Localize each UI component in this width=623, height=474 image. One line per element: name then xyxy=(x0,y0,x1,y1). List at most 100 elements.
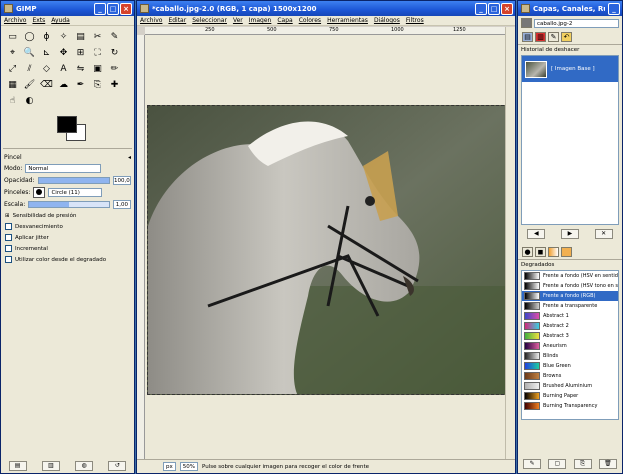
clear-history-icon[interactable]: ✕ xyxy=(594,229,613,239)
color-picker-icon[interactable]: ⌖ xyxy=(5,46,20,60)
gradient-item[interactable]: Abstract 1 xyxy=(522,311,618,321)
zoom-icon[interactable]: 🔍 xyxy=(22,46,37,60)
smudge-icon[interactable]: ☝ xyxy=(5,94,20,108)
maximize-icon[interactable]: □ xyxy=(488,2,500,15)
align-icon[interactable]: ⊞ xyxy=(73,46,88,60)
menu-archivo[interactable]: Archivo xyxy=(4,17,26,24)
check-gradient-color[interactable]: Utilizar color desde el degradado xyxy=(1,254,134,265)
new-gradient-icon[interactable]: ▢ xyxy=(548,459,567,469)
opacity-slider[interactable] xyxy=(37,176,110,184)
gradient-item[interactable]: Abstract 3 xyxy=(522,331,618,341)
scissors-icon[interactable]: ✂ xyxy=(90,30,105,44)
duplicate-gradient-icon[interactable]: ⎘ xyxy=(573,459,592,469)
text-icon[interactable]: A xyxy=(56,62,71,76)
patterns-tab-icon[interactable]: ◼ xyxy=(535,247,546,257)
menu-exts[interactable]: Exts xyxy=(32,17,45,24)
menu-imagen[interactable]: Imagen xyxy=(249,17,272,24)
horse-photo[interactable] xyxy=(147,105,505,395)
clone-icon[interactable]: ⎘ xyxy=(90,78,105,92)
lasso-icon[interactable]: ɸ xyxy=(39,30,54,44)
undo-tab-icon[interactable]: ↶ xyxy=(561,32,572,42)
rect-select-icon[interactable]: ▭ xyxy=(5,30,20,44)
save-options-icon[interactable]: ▤ xyxy=(8,461,27,471)
close-icon[interactable]: × xyxy=(501,2,513,15)
menu-editar[interactable]: Editar xyxy=(168,17,186,24)
vertical-scrollbar[interactable] xyxy=(505,27,515,459)
bucket-fill-icon[interactable]: ▣ xyxy=(90,62,105,76)
gradient-item[interactable]: Blinds xyxy=(522,351,618,361)
toolbox-titlebar[interactable]: GIMP _ □ × xyxy=(1,1,134,16)
paths-icon[interactable]: ✎ xyxy=(107,30,122,44)
gradient-item[interactable]: Frente a fondo (HSV en sentido an xyxy=(522,271,618,281)
scale-spin[interactable]: 1,00 xyxy=(113,199,131,209)
panel-menu-icon[interactable]: ◂ xyxy=(128,154,131,161)
delete-gradient-icon[interactable]: 🗑 xyxy=(598,459,617,469)
vertical-ruler[interactable] xyxy=(137,35,145,459)
undo-arrow-icon[interactable]: ◀ xyxy=(527,229,546,239)
opacity-spin[interactable]: 100,0 xyxy=(113,175,131,185)
airbrush-icon[interactable]: ☁ xyxy=(56,78,71,92)
pencil-icon[interactable]: ✏ xyxy=(107,62,122,76)
horizontal-ruler[interactable]: 250 500 750 1000 1250 xyxy=(145,27,505,35)
dock-titlebar[interactable]: Capas, Canales, Rutas... _ xyxy=(518,1,622,16)
scale-icon[interactable]: ⤢ xyxy=(5,62,20,76)
menu-ayuda[interactable]: Ayuda xyxy=(51,17,70,24)
crop-icon[interactable]: ⛶ xyxy=(90,46,105,60)
undo-item[interactable]: [ Imagen Base ] xyxy=(522,56,618,82)
menu-herramientas[interactable]: Herramientas xyxy=(327,17,368,24)
image-titlebar[interactable]: *caballo.jpg-2.0 (RGB, 1 capa) 1500x1200… xyxy=(137,1,515,16)
maximize-icon[interactable]: □ xyxy=(107,2,119,15)
eraser-icon[interactable]: ⌫ xyxy=(39,78,54,92)
menu-dilogos[interactable]: Diálogos xyxy=(374,17,400,24)
close-icon[interactable]: × xyxy=(120,2,132,15)
menu-ver[interactable]: Ver xyxy=(233,17,243,24)
menu-seleccionar[interactable]: Seleccionar xyxy=(192,17,227,24)
minimize-icon[interactable]: _ xyxy=(608,2,620,15)
paintbrush-icon[interactable]: 🖌 xyxy=(22,78,37,92)
menu-colores[interactable]: Colores xyxy=(299,17,321,24)
brushes-tab-icon[interactable]: ● xyxy=(522,247,533,257)
canvas-area[interactable] xyxy=(145,35,505,459)
brush-select[interactable]: Circle (11) xyxy=(48,187,103,197)
gradient-item[interactable]: Burning Paper xyxy=(522,391,618,401)
zoom-select[interactable]: 50% xyxy=(179,462,198,471)
edit-gradient-icon[interactable]: ✎ xyxy=(523,459,542,469)
gradient-item[interactable]: Aneurism xyxy=(522,341,618,351)
menu-archivo[interactable]: Archivo xyxy=(140,17,162,24)
gradient-item[interactable]: Burning Transparency xyxy=(522,401,618,411)
mode-select[interactable]: Normal xyxy=(25,163,102,173)
flip-icon[interactable]: ⇋ xyxy=(73,62,88,76)
minimize-icon[interactable]: _ xyxy=(475,2,487,15)
brush-preview-icon[interactable] xyxy=(33,186,46,198)
move-icon[interactable]: ✥ xyxy=(56,46,71,60)
redo-arrow-icon[interactable]: ▶ xyxy=(560,229,579,239)
shear-icon[interactable]: ⫽ xyxy=(22,62,37,76)
palettes-tab-icon[interactable] xyxy=(561,247,572,257)
scale-slider[interactable] xyxy=(28,200,110,208)
dodge-burn-icon[interactable]: ◐ xyxy=(22,94,37,108)
menu-filtros[interactable]: Filtros xyxy=(406,17,424,24)
heal-icon[interactable]: ✚ xyxy=(107,78,122,92)
layers-tab-icon[interactable]: ▤ xyxy=(522,32,533,42)
measure-icon[interactable]: ⊾ xyxy=(39,46,54,60)
menu-capa[interactable]: Capa xyxy=(277,17,292,24)
perspective-icon[interactable]: ◇ xyxy=(39,62,54,76)
channels-tab-icon[interactable]: ▥ xyxy=(535,32,546,42)
check-incremental[interactable]: Incremental xyxy=(1,243,134,254)
minimize-icon[interactable]: _ xyxy=(94,2,106,15)
blend-icon[interactable]: ▦ xyxy=(5,78,20,92)
ink-icon[interactable]: ✒ xyxy=(73,78,88,92)
gradient-item[interactable]: Blue Green xyxy=(522,361,618,371)
gradient-item[interactable]: Browns xyxy=(522,371,618,381)
rotate-icon[interactable]: ↻ xyxy=(107,46,122,60)
reset-options-icon[interactable]: ↺ xyxy=(108,461,127,471)
ellipse-select-icon[interactable]: ◯ xyxy=(22,30,37,44)
fuzzy-select-icon[interactable]: ✧ xyxy=(56,30,71,44)
image-select[interactable]: caballo.jpg-2 xyxy=(534,18,619,28)
paths-tab-icon[interactable]: ✎ xyxy=(548,32,559,42)
gradient-item[interactable]: Abstract 2 xyxy=(522,321,618,331)
gradient-item[interactable]: Brushed Aluminium xyxy=(522,381,618,391)
pressure-expander[interactable]: ⊞ Sensibilidad de presión xyxy=(1,210,134,221)
color-select-icon[interactable]: ▤ xyxy=(73,30,88,44)
foreground-color[interactable] xyxy=(57,116,77,133)
